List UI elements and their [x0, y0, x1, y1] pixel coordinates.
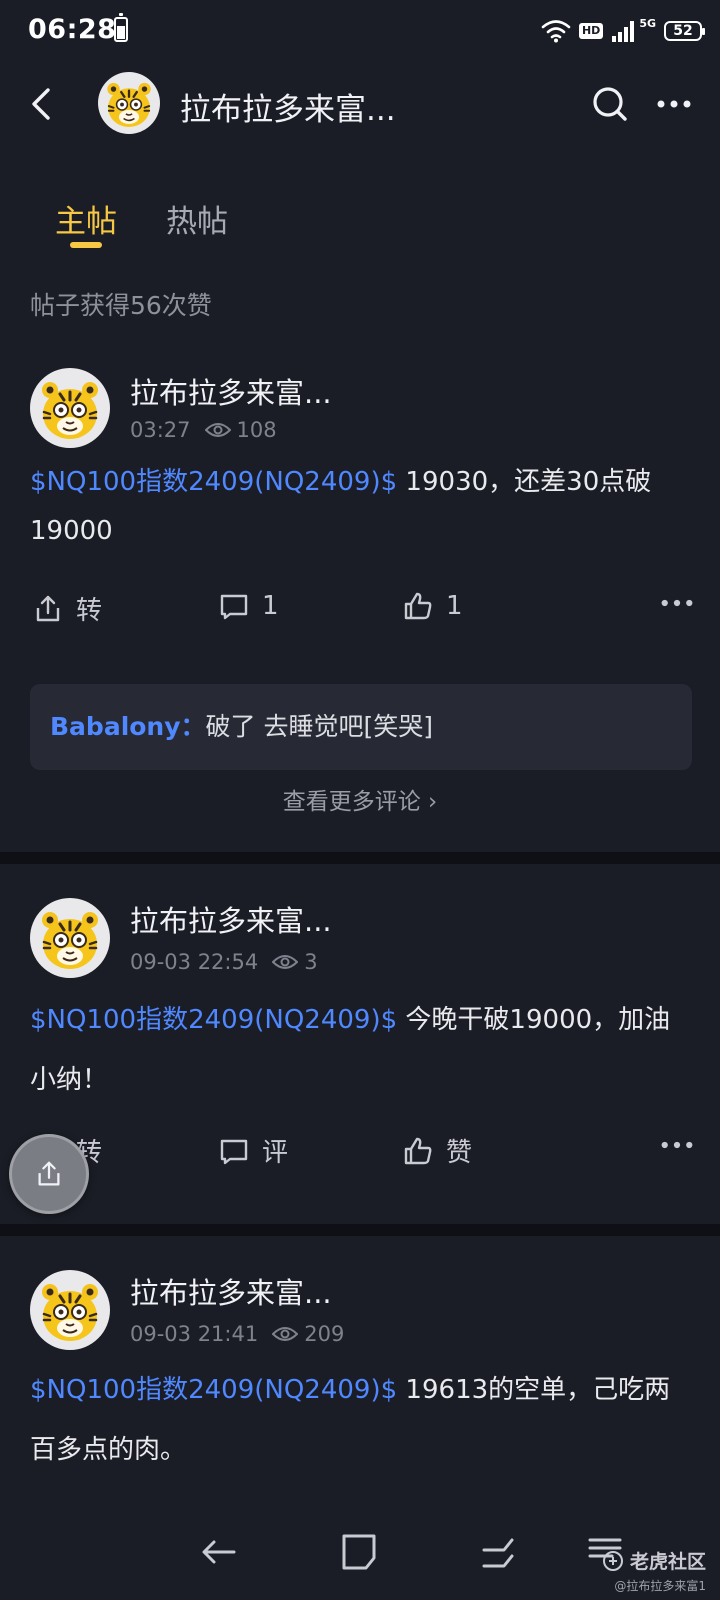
post-time: 09-03 22:54 [130, 950, 259, 974]
post-author[interactable]: 拉布拉多来富... [130, 1270, 332, 1312]
post-author[interactable]: 拉布拉多来富... [130, 370, 332, 412]
nav-recents-icon[interactable] [476, 1530, 520, 1574]
hd-badge: HD [578, 23, 604, 39]
ticker-link[interactable]: $NQ100指数2409(NQ2409)$ [30, 1375, 397, 1405]
share-label: 转 [76, 596, 103, 626]
share-icon [34, 1159, 64, 1189]
like-button[interactable]: 赞 [402, 1132, 472, 1169]
likes-summary: 帖子获得56次赞 [30, 291, 212, 320]
comment-button[interactable]: 评 [218, 1132, 288, 1169]
floating-share-button[interactable] [9, 1134, 89, 1214]
nav-back-icon[interactable] [198, 1530, 242, 1574]
like-button[interactable]: 1 [402, 590, 463, 622]
tiger-avatar-icon[interactable] [98, 72, 160, 134]
comment-button[interactable]: 1 [218, 590, 279, 622]
comment-label: 评 [262, 1138, 289, 1168]
wifi-icon [541, 20, 571, 43]
eye-icon [272, 1325, 298, 1343]
tiger-avatar-icon[interactable] [30, 1270, 110, 1350]
tiger-logo-icon [602, 1550, 623, 1571]
post-time: 09-03 21:41 [130, 1322, 259, 1346]
comment-count: 1 [262, 591, 279, 621]
battery-saver-icon [114, 13, 128, 42]
like-label: 赞 [446, 1138, 473, 1168]
comment-icon [218, 590, 250, 622]
page-header: 拉布拉多来富... [0, 62, 720, 148]
post-card[interactable]: 拉布拉多来富... 09-03 22:54 3 $NQ100指数2409(NQ2… [0, 870, 720, 1210]
share-icon [32, 593, 64, 625]
tab-bar: 主帖 热帖 [0, 190, 720, 250]
thumbs-up-icon [402, 1135, 434, 1167]
battery-icon: 52 [664, 21, 705, 41]
more-dots-icon[interactable] [660, 598, 694, 608]
tab-main-posts[interactable]: 主帖 [55, 196, 117, 241]
like-count: 1 [446, 591, 463, 621]
network-type: 5G [639, 16, 656, 30]
tiger-avatar-icon[interactable] [30, 368, 110, 448]
status-time: 06:28 [28, 14, 117, 45]
post-content[interactable]: $NQ100指数2409(NQ2409)$ 19030，还差30点破19000 [30, 458, 690, 556]
post-content[interactable]: $NQ100指数2409(NQ2409)$ 19613的空单，己吃两百多点的肉。 [30, 1360, 690, 1480]
watermark: 老虎社区 @拉布拉多来富1 [602, 1547, 706, 1594]
comment-user[interactable]: Babalony： [50, 712, 206, 741]
comment-icon [218, 1135, 250, 1167]
status-bar: 06:28 HD 5G 52 [0, 0, 720, 62]
post-meta: 09-03 22:54 3 [130, 950, 318, 974]
view-count: 3 [304, 950, 318, 974]
comment-preview[interactable]: Babalony：破了 去睡觉吧[笑哭] [30, 684, 692, 770]
eye-icon [272, 953, 298, 971]
post-author[interactable]: 拉布拉多来富... [130, 898, 332, 940]
view-more-comments-link[interactable]: 查看更多评论 › [0, 782, 720, 816]
more-dots-icon[interactable] [660, 1140, 694, 1150]
status-indicators: HD 5G 52 [541, 16, 705, 46]
post-actions: 转 1 1 [0, 590, 720, 634]
ticker-link[interactable]: $NQ100指数2409(NQ2409)$ [30, 467, 397, 497]
more-dots-icon[interactable] [654, 86, 694, 122]
tiger-avatar-icon[interactable] [30, 898, 110, 978]
post-card[interactable]: 拉布拉多来富... 03:27 108 $NQ100指数2409(NQ2409)… [0, 360, 720, 840]
nav-home-icon[interactable] [338, 1530, 382, 1574]
view-count: 108 [236, 418, 277, 442]
eye-icon [205, 421, 231, 439]
search-icon[interactable] [590, 82, 630, 126]
share-button[interactable]: 转 [32, 590, 102, 627]
post-meta: 03:27 108 [130, 418, 277, 442]
watermark-brand: 老虎社区 [629, 1551, 706, 1573]
post-meta: 09-03 21:41 209 [130, 1322, 344, 1346]
ticker-link[interactable]: $NQ100指数2409(NQ2409)$ [30, 1005, 397, 1035]
tab-hot-posts[interactable]: 热帖 [166, 196, 228, 241]
post-time: 03:27 [130, 418, 191, 442]
view-count: 209 [304, 1322, 345, 1346]
post-divider [0, 852, 720, 864]
thumbs-up-icon [402, 590, 434, 622]
post-card[interactable]: 拉布拉多来富... 09-03 21:41 209 $NQ100指数2409(N… [0, 1242, 720, 1482]
page-title: 拉布拉多来富... [180, 92, 396, 128]
post-divider [0, 1224, 720, 1236]
post-content[interactable]: $NQ100指数2409(NQ2409)$ 今晚干破19000，加油小纳！ [30, 990, 690, 1110]
active-tab-indicator [70, 242, 102, 248]
comment-text: 破了 去睡觉吧[笑哭] [205, 712, 433, 741]
app-screen: 06:28 HD 5G 52 拉布拉多来富... 主帖 热帖 帖子获得56次赞 … [0, 0, 720, 1600]
signal-icon [612, 21, 635, 42]
back-arrow-icon[interactable] [22, 82, 62, 126]
post-actions: 转 评 赞 [0, 1132, 720, 1176]
watermark-handle: @拉布拉多来富1 [614, 1579, 706, 1593]
